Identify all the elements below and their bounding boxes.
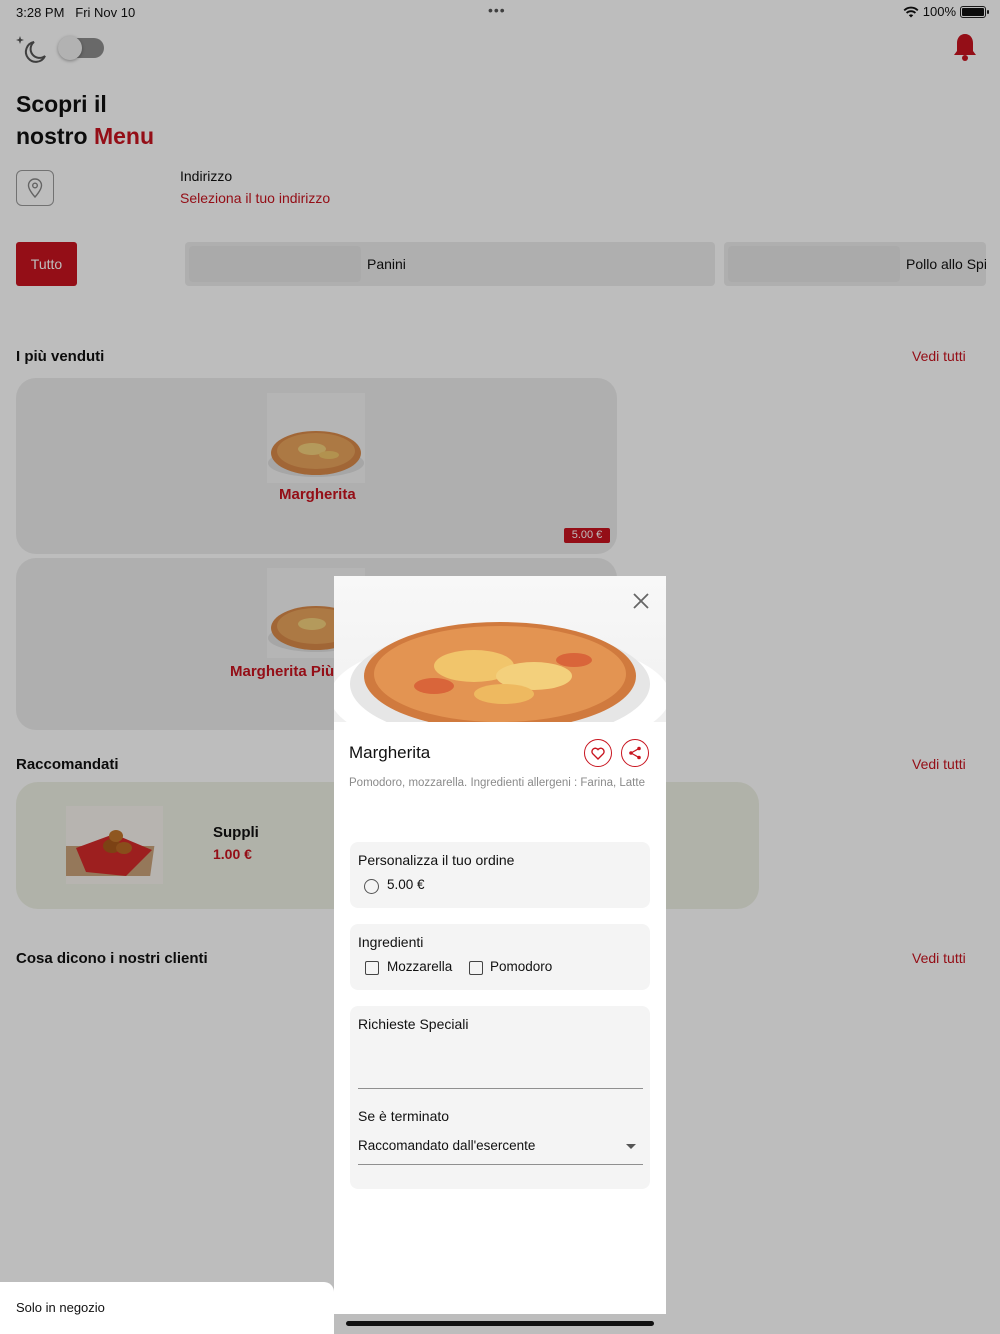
chevron-down-icon[interactable] (626, 1144, 636, 1149)
ingredients-title: Ingredienti (358, 934, 424, 950)
ingredient-checkbox-pomodoro[interactable] (469, 961, 483, 975)
order-mode-label: Solo in negozio (16, 1300, 105, 1315)
ingredients-section: Ingredienti Mozzarella Pomodoro (350, 924, 650, 990)
modal-product-image (334, 576, 666, 722)
close-icon[interactable] (630, 590, 652, 612)
special-requests-underline (358, 1088, 643, 1089)
favorite-button[interactable] (584, 739, 612, 767)
if-out-underline (358, 1164, 643, 1165)
special-requests-input[interactable] (358, 1040, 643, 1088)
ingredient-label: Mozzarella (387, 959, 453, 974)
order-mode-bar[interactable]: Solo in negozio (0, 1282, 334, 1334)
ingredient-label: Pomodoro (490, 959, 553, 974)
if-out-select[interactable]: Raccomandato dall'esercente (358, 1138, 535, 1153)
price-option-radio[interactable] (364, 879, 379, 894)
modal-description: Pomodoro, mozzarella. Ingredienti allerg… (349, 777, 645, 789)
customize-title: Personalizza il tuo ordine (358, 852, 515, 868)
ingredient-checkbox-mozzarella[interactable] (365, 961, 379, 975)
price-option-label: 5.00 € (387, 877, 425, 892)
home-indicator (346, 1321, 654, 1326)
special-requests-label: Richieste Speciali (358, 1016, 469, 1032)
heart-icon (591, 747, 605, 760)
share-button[interactable] (621, 739, 649, 767)
product-detail-modal: Margherita Pomodoro, mozzarella. Ingredi… (334, 576, 666, 1314)
special-requests-section: Richieste Speciali Se è terminato Raccom… (350, 1006, 650, 1189)
if-out-label: Se è terminato (358, 1108, 450, 1124)
modal-title: Margherita (349, 743, 431, 762)
customize-section: Personalizza il tuo ordine 5.00 € (350, 842, 650, 908)
share-icon (629, 746, 641, 760)
